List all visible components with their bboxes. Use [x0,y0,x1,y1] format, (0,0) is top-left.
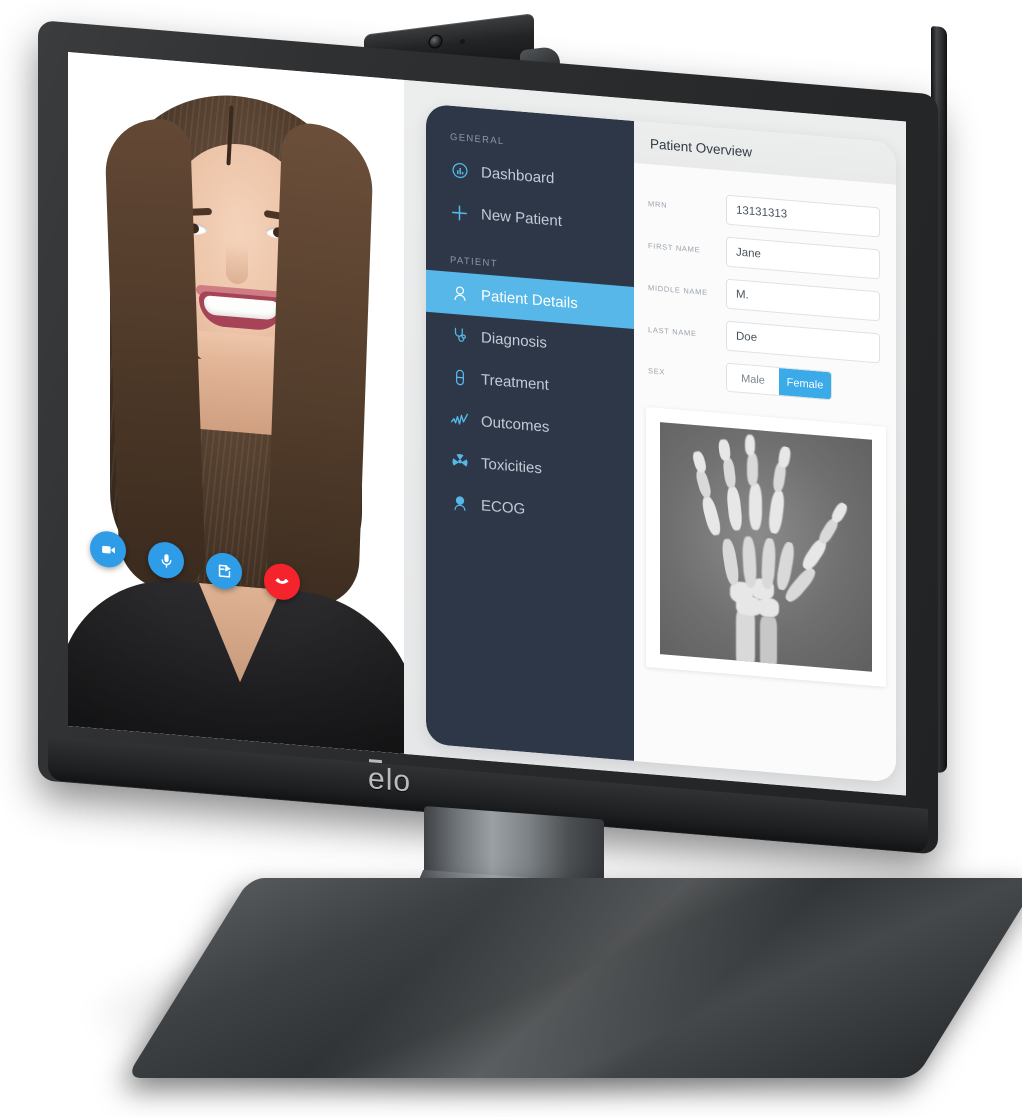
end-call-button[interactable] [264,562,300,602]
video-participant-image [68,52,404,754]
field-label-mrn: MRN [648,198,668,210]
sex-toggle-group: Male Female [726,362,832,401]
form-row-mrn: MRN 13131313 [648,188,880,238]
form-row-last-name: LAST NAME Doe [648,314,880,364]
person-outline-icon [450,283,469,304]
microphone-toggle-button[interactable] [148,540,184,580]
field-label-first-name: FIRST NAME [648,240,701,254]
screenshot-stage: elo GENERAL Dashboard New Patient PATIEN… [0,0,1022,1117]
phone-hangup-icon [275,578,289,584]
app-panel: GENERAL Dashboard New Patient PATIENT Pa… [426,103,896,783]
form-row-sex: SEX Male Female [648,356,880,404]
middle-name-input[interactable]: M. [726,278,880,322]
nose [226,243,248,285]
monitor-base-sheen [126,878,1022,1078]
field-label-middle-name: MIDDLE NAME [648,282,708,297]
share-screen-button[interactable] [206,551,242,591]
form-row-middle-name: MIDDLE NAME M. [648,272,880,322]
sidebar-item-label: Outcomes [481,412,550,436]
line-chart-icon [450,409,469,430]
hair-front-left [103,116,207,592]
sidebar-item-label: Dashboard [481,163,555,187]
form-row-first-name: FIRST NAME Jane [648,230,880,280]
video-call-pane [68,52,404,754]
sidebar-item-label: Diagnosis [481,328,547,352]
microphone-icon [161,553,171,568]
sidebar: GENERAL Dashboard New Patient PATIENT Pa… [426,103,634,761]
monitor: elo GENERAL Dashboard New Patient PATIEN… [38,20,978,855]
stethoscope-icon [450,325,469,346]
dashboard-chart-icon [450,160,469,181]
sidebar-item-label: Treatment [481,370,549,394]
sidebar-item-label: Patient Details [481,286,578,312]
sidebar-item-label: Toxicities [481,454,542,477]
sex-option-male[interactable]: Male [727,363,779,396]
hand-xray-image [660,422,872,672]
radiation-icon [450,451,469,472]
patient-form: MRN 13131313 FIRST NAME Jane MIDDLE NAME… [634,163,896,406]
sidebar-item-label: New Patient [481,205,562,230]
share-screen-icon [218,564,231,578]
neck-skin [196,358,282,436]
field-label-sex: SEX [648,366,666,377]
elo-logo: elo [368,762,412,799]
screen: GENERAL Dashboard New Patient PATIENT Pa… [68,52,906,796]
teeth [204,295,278,321]
sidebar-item-label: ECOG [481,496,526,518]
sex-option-female[interactable]: Female [779,368,831,400]
emr-application: GENERAL Dashboard New Patient PATIENT Pa… [404,79,906,796]
first-name-input[interactable]: Jane [726,236,880,280]
video-camera-icon [101,545,115,553]
hand-xray-card[interactable] [646,406,886,687]
content-pane: Patient Overview MRN 13131313 FIRST NAME… [634,120,896,783]
field-label-last-name: LAST NAME [648,324,697,338]
monitor-base [126,878,1022,1088]
last-name-input[interactable]: Doe [726,320,880,364]
pill-capsule-icon [450,367,469,388]
person-filled-icon [450,493,469,514]
plus-icon [450,202,469,223]
mrn-input[interactable]: 13131313 [726,194,880,238]
camera-toggle-button[interactable] [90,529,126,569]
